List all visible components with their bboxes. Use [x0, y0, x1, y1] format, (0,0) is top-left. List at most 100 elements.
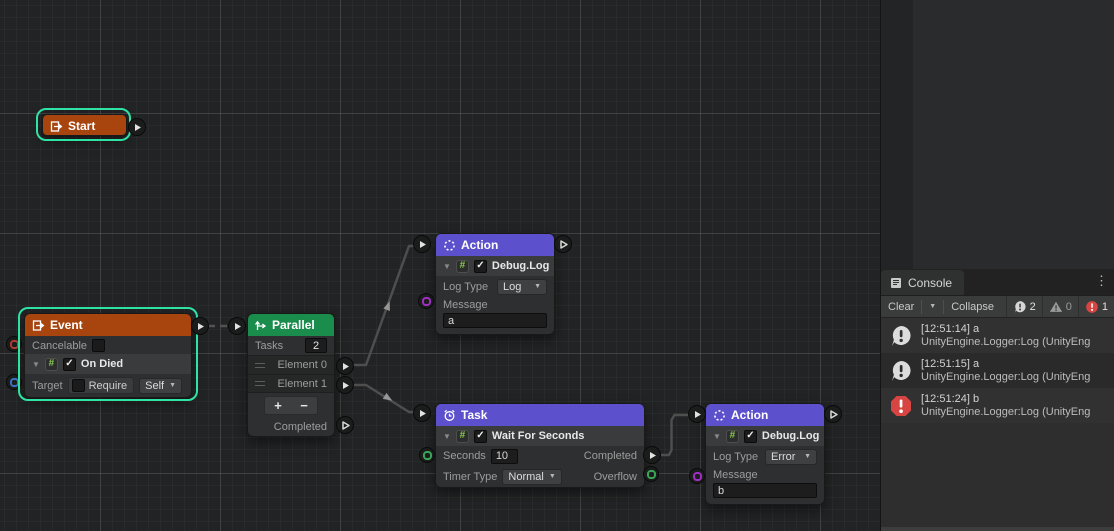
- console-toolbar: Clear ▼ Collapse 2: [881, 295, 1114, 318]
- action-error-message-port[interactable]: [689, 468, 705, 484]
- log-type-label: Log Type: [713, 451, 758, 463]
- fold-triangle-icon[interactable]: ▼: [443, 432, 451, 441]
- log-type-dropdown[interactable]: Error ▼: [765, 449, 817, 465]
- console-log-list: [12:51:14] a UnityEngine.Logger:Log (Uni…: [881, 318, 1114, 423]
- target-dropdown-value: Self: [145, 380, 164, 392]
- start-node[interactable]: Start: [42, 114, 127, 136]
- task-overflow-port[interactable]: [643, 466, 659, 482]
- task-seconds-port[interactable]: [419, 447, 435, 463]
- seconds-label: Seconds: [443, 450, 486, 462]
- timer-type-value: Normal: [508, 471, 543, 483]
- fold-triangle-icon[interactable]: ▼: [443, 262, 451, 271]
- kebab-menu-icon[interactable]: ⋮: [1095, 273, 1108, 289]
- action-log-message-port[interactable]: [418, 293, 434, 309]
- log-detail: UnityEngine.Logger:Log (UnityEng: [921, 371, 1090, 383]
- require-checkbox[interactable]: [72, 379, 85, 392]
- task-completed-label: Completed: [584, 450, 637, 462]
- log-summary: [12:51:14] a: [921, 323, 1090, 335]
- add-element-button[interactable]: +: [265, 397, 291, 414]
- log-type-value: Log: [503, 281, 521, 293]
- console-icon: [890, 277, 902, 289]
- parallel-node[interactable]: Parallel Tasks 2 Element 0 Element 1 + −: [247, 313, 335, 437]
- drag-handle-icon[interactable]: [255, 381, 265, 386]
- script-hash-icon: #: [726, 430, 739, 443]
- action-error-input-port[interactable]: [688, 405, 706, 423]
- target-dropdown[interactable]: Self ▼: [139, 378, 182, 394]
- action-log-node[interactable]: Action ▼ # ✓ Debug.Log Log Type Log ▼ Me…: [435, 233, 555, 335]
- script-hash-icon: #: [45, 358, 58, 371]
- action-node-title: Action: [731, 408, 768, 422]
- overflow-label: Overflow: [594, 471, 637, 483]
- event-target-port[interactable]: [6, 374, 22, 390]
- event-node-title: Event: [50, 318, 83, 332]
- clear-button[interactable]: Clear: [881, 296, 921, 317]
- timer-type-label: Timer Type: [443, 471, 497, 483]
- start-output-port[interactable]: [128, 118, 146, 136]
- log-bubble-icon: [889, 324, 913, 348]
- parallel-element-row[interactable]: Element 0: [248, 355, 334, 374]
- seconds-input[interactable]: 10: [491, 449, 518, 464]
- task-node[interactable]: Task ▼ # ✓ Wait For Seconds Seconds 10 C…: [435, 403, 645, 488]
- log-type-dropdown[interactable]: Log ▼: [497, 279, 547, 295]
- info-filter-button[interactable]: 2: [1006, 296, 1042, 317]
- tasks-count-field[interactable]: 2: [305, 338, 327, 353]
- message-input[interactable]: a: [443, 313, 547, 328]
- parallel-node-title: Parallel: [272, 318, 315, 332]
- collapse-button[interactable]: Collapse: [944, 296, 1001, 317]
- warning-filter-button[interactable]: 0: [1042, 296, 1078, 317]
- wire-completed-to-action[interactable]: [660, 415, 689, 455]
- chevron-down-icon: ▼: [169, 382, 176, 389]
- debug-log-checkbox[interactable]: ✓: [744, 430, 757, 443]
- event-cancelable-port[interactable]: [6, 336, 22, 352]
- warning-count: 0: [1066, 301, 1072, 313]
- drag-handle-icon[interactable]: [255, 363, 265, 368]
- wire-element0-to-action[interactable]: [353, 246, 414, 365]
- console-panel: Console ⋮ Clear ▼ Collapse 2: [881, 269, 1114, 531]
- require-toggle[interactable]: Require: [68, 377, 135, 394]
- timer-type-dropdown[interactable]: Normal ▼: [502, 469, 561, 485]
- log-detail: UnityEngine.Logger:Log (UnityEng: [921, 406, 1090, 418]
- on-died-checkbox[interactable]: ✓: [63, 358, 76, 371]
- action-log-input-port[interactable]: [413, 235, 431, 253]
- fold-triangle-icon[interactable]: ▼: [32, 360, 40, 369]
- log-entry[interactable]: [12:51:15] a UnityEngine.Logger:Log (Uni…: [881, 353, 1114, 388]
- start-node-title: Start: [68, 119, 95, 133]
- log-summary: [12:51:15] a: [921, 358, 1090, 370]
- clear-dropdown-icon[interactable]: ▼: [922, 296, 943, 317]
- log-entry[interactable]: [12:51:14] a UnityEngine.Logger:Log (Uni…: [881, 318, 1114, 353]
- error-filter-button[interactable]: 1: [1078, 296, 1114, 317]
- action-error-output-port[interactable]: [824, 405, 842, 423]
- parallel-input-port[interactable]: [228, 317, 246, 335]
- parallel-completed-port[interactable]: [336, 416, 354, 434]
- cancelable-checkbox[interactable]: [92, 339, 105, 352]
- log-entry[interactable]: [12:51:24] b UnityEngine.Logger:Log (Uni…: [881, 388, 1114, 423]
- action-error-node[interactable]: Action ▼ # ✓ Debug.Log Log Type Error ▼ …: [705, 403, 825, 505]
- debug-log-checkbox[interactable]: ✓: [474, 260, 487, 273]
- node-graph-canvas[interactable]: Start Event Cancelable ▼ # ✓ On Died: [0, 0, 881, 531]
- parallel-icon: [254, 319, 267, 332]
- event-output-port[interactable]: [191, 317, 209, 335]
- task-input-port[interactable]: [413, 404, 431, 422]
- message-input[interactable]: b: [713, 483, 817, 498]
- info-count: 2: [1030, 301, 1036, 313]
- event-node[interactable]: Event Cancelable ▼ # ✓ On Died Target Re…: [24, 313, 192, 398]
- tab-console[interactable]: Console: [881, 270, 964, 295]
- element-0-output-port[interactable]: [336, 357, 354, 375]
- event-handler-name: On Died: [81, 358, 123, 370]
- log-type-value: Error: [771, 451, 795, 463]
- event-icon: [32, 319, 45, 332]
- unity-editor: Start Event Cancelable ▼ # ✓ On Died: [0, 0, 1114, 531]
- parallel-element-row[interactable]: Element 1: [248, 374, 334, 393]
- element-1-output-port[interactable]: [336, 376, 354, 394]
- remove-element-button[interactable]: −: [291, 397, 317, 414]
- wait-for-seconds-checkbox[interactable]: ✓: [474, 430, 487, 443]
- action-node-title: Action: [461, 238, 498, 252]
- element-1-label: Element 1: [277, 378, 327, 390]
- task-completed-port[interactable]: [643, 446, 661, 464]
- fold-triangle-icon[interactable]: ▼: [713, 432, 721, 441]
- info-bubble-icon: [1013, 300, 1027, 314]
- message-label: Message: [713, 469, 758, 481]
- action-log-output-port[interactable]: [554, 235, 572, 253]
- console-tab-bar: Console ⋮: [881, 269, 1114, 295]
- action-method-name: Debug.Log: [492, 260, 549, 272]
